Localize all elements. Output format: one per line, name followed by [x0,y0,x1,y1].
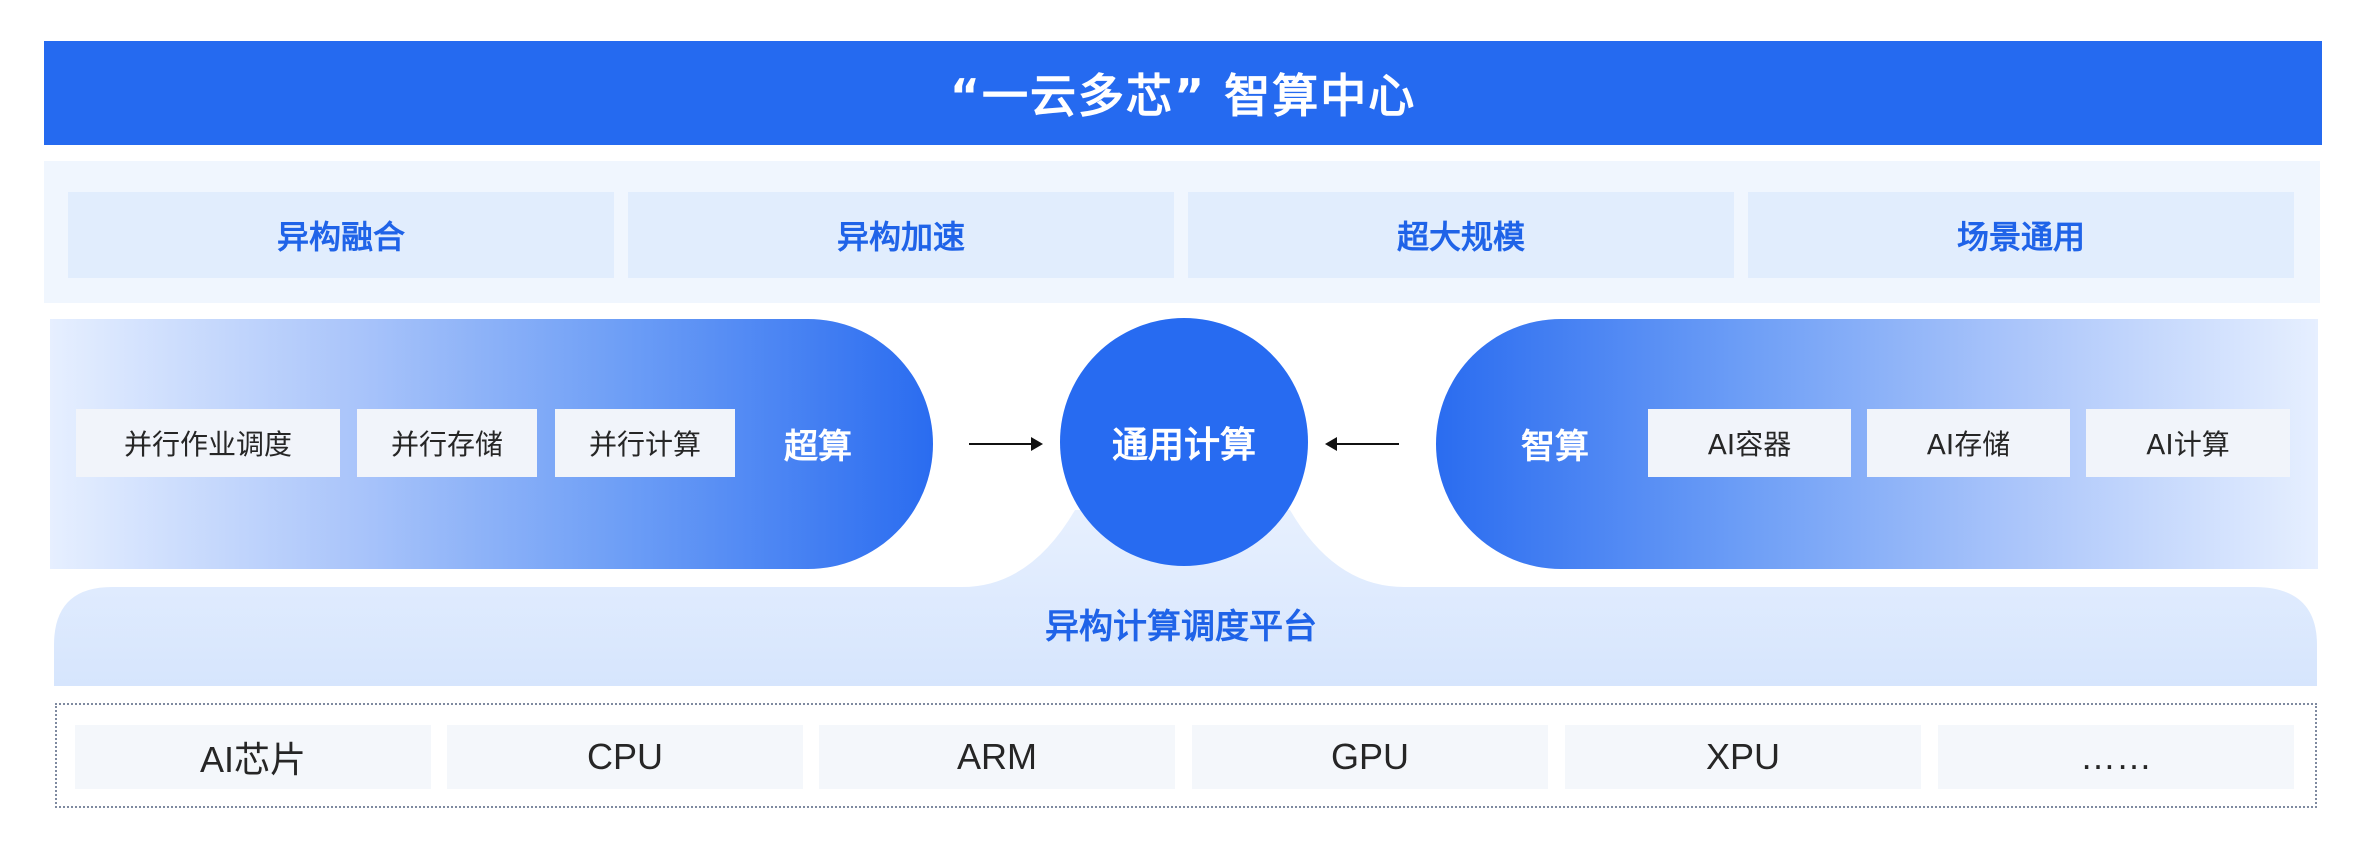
feature-scenario-general: 场景通用 [1748,192,2294,278]
header-banner: “一云多芯” 智算中心 [44,41,2322,145]
intelligent-computing-label: 智算 [1521,426,1589,467]
arrow-right-icon [1031,437,1043,451]
parallel-storage-box: 并行存储 [357,409,537,477]
arrow-to-center-line [969,443,1033,445]
page-title: “一云多芯” 智算中心 [949,69,1417,123]
chip-gpu: GPU [1192,725,1548,789]
supercomputing-label: 超算 [784,426,852,467]
platform-label: 异构计算调度平台 [1045,607,1317,647]
parallel-job-scheduling-box: 并行作业调度 [76,409,340,477]
ai-container-box: AI容器 [1648,409,1851,477]
chip-more: …… [1938,725,2294,789]
general-computing-circle: 通用计算 [1060,318,1308,566]
general-computing-label: 通用计算 [1111,425,1256,466]
chip-arm: ARM [819,725,1175,789]
ai-storage-box: AI存储 [1867,409,2070,477]
chip-ai: AI芯片 [75,725,431,789]
arrow-from-right-line [1335,443,1399,445]
chip-xpu: XPU [1565,725,1921,789]
feature-heterogeneous-acceleration: 异构加速 [628,192,1174,278]
chip-cpu: CPU [447,725,803,789]
parallel-computing-box: 并行计算 [555,409,735,477]
feature-heterogeneous-fusion: 异构融合 [68,192,614,278]
ai-computing-box: AI计算 [2086,409,2290,477]
feature-ultra-large-scale: 超大规模 [1188,192,1734,278]
